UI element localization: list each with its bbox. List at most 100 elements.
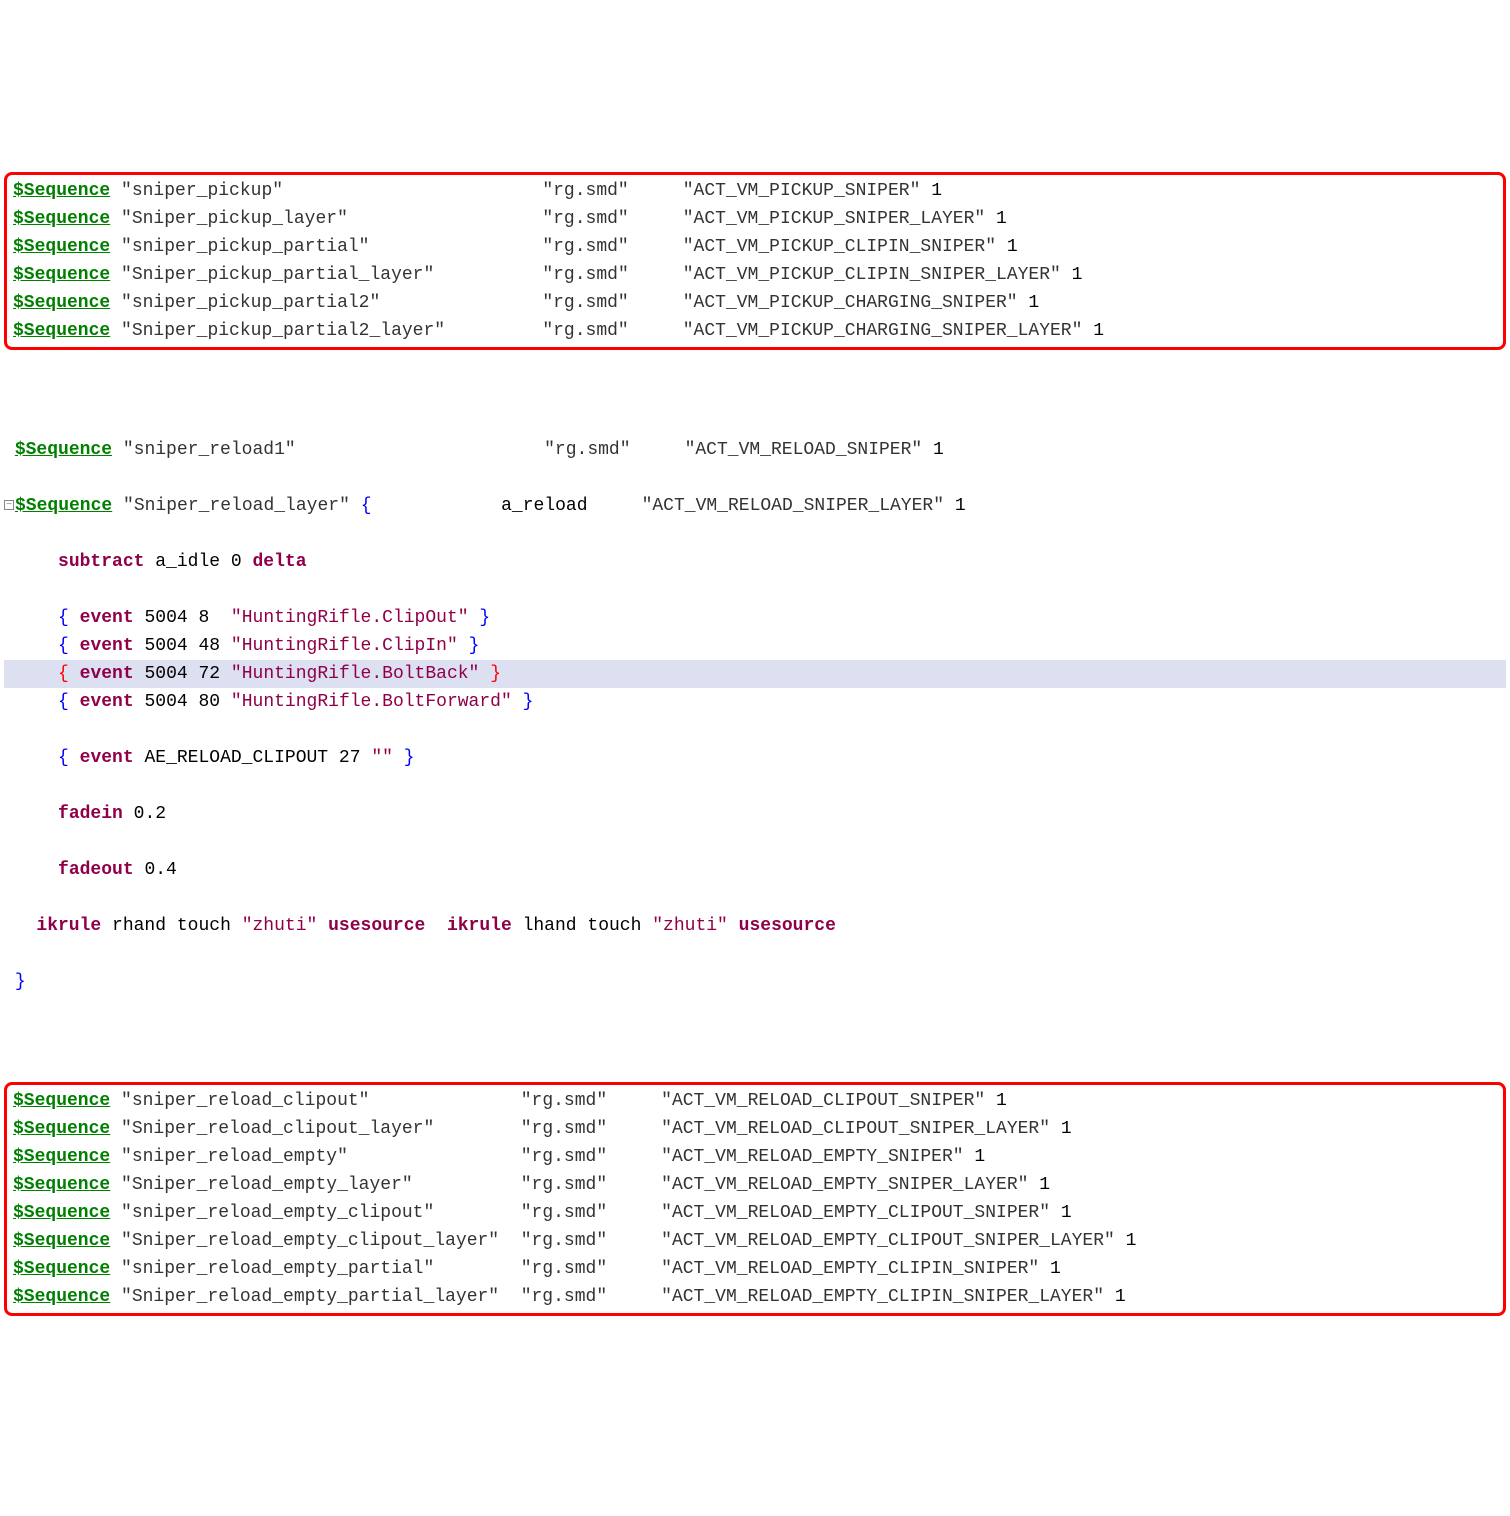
- sequence-name: "sniper_reload1": [123, 440, 296, 460]
- file-ref: "rg.smd": [544, 440, 630, 460]
- sequence-keyword: $Sequence: [13, 1119, 110, 1139]
- weight: 1: [1093, 321, 1104, 341]
- sequence-name: "sniper_reload_empty": [121, 1147, 348, 1167]
- file-ref: "rg.smd": [521, 1147, 607, 1167]
- code-line[interactable]: fadeout 0.4: [4, 856, 1506, 884]
- code-line[interactable]: $Sequence "sniper_pickup_partial2" "rg.s…: [13, 289, 1497, 317]
- weight: 1: [1061, 1203, 1072, 1223]
- anim-ref: a_reload: [501, 496, 587, 516]
- sequence-name: "sniper_reload_clipout": [121, 1091, 369, 1111]
- code-line[interactable]: { event 5004 48 "HuntingRifle.ClipIn" }: [4, 632, 1506, 660]
- event-string: "HuntingRifle.ClipOut": [231, 608, 469, 628]
- sequence-keyword: $Sequence: [13, 1259, 110, 1279]
- weight: 1: [1115, 1287, 1126, 1307]
- code-line[interactable]: $Sequence "sniper_reload_empty" "rg.smd"…: [13, 1143, 1497, 1171]
- code-line[interactable]: $Sequence "sniper_pickup_partial" "rg.sm…: [13, 233, 1497, 261]
- file-ref: "rg.smd": [521, 1259, 607, 1279]
- open-brace: {: [361, 496, 372, 516]
- code-line[interactable]: { event 5004 80 "HuntingRifle.BoltForwar…: [4, 688, 1506, 716]
- activity-name: "ACT_VM_RELOAD_EMPTY_CLIPOUT_SNIPER": [661, 1203, 1050, 1223]
- code-line[interactable]: $Sequence "sniper_reload_clipout" "rg.sm…: [13, 1087, 1497, 1115]
- event-keyword: event: [80, 692, 134, 712]
- code-line[interactable]: $Sequence "sniper_reload1" "rg.smd" "ACT…: [4, 436, 1506, 464]
- code-line[interactable]: }: [4, 968, 1506, 996]
- sequence-keyword: $Sequence: [13, 1231, 110, 1251]
- activity-name: "ACT_VM_RELOAD_EMPTY_SNIPER": [661, 1147, 963, 1167]
- weight: 1: [933, 440, 944, 460]
- code-line[interactable]: $Sequence "sniper_reload_empty_partial" …: [13, 1255, 1497, 1283]
- sequence-name: "Sniper_pickup_partial_layer": [121, 265, 434, 285]
- code-line[interactable]: $Sequence "Sniper_reload_empty_clipout_l…: [13, 1227, 1497, 1255]
- code-line[interactable]: $Sequence "sniper_pickup" "rg.smd" "ACT_…: [13, 177, 1497, 205]
- close-brace: }: [15, 972, 26, 992]
- activity-name: "ACT_VM_RELOAD_SNIPER_LAYER": [642, 496, 944, 516]
- activity-name: "ACT_VM_PICKUP_CLIPIN_SNIPER_LAYER": [683, 265, 1061, 285]
- code-line[interactable]: fadein 0.2: [4, 800, 1506, 828]
- weight: 1: [1039, 1175, 1050, 1195]
- code-line[interactable]: $Sequence "sniper_reload_empty_clipout" …: [13, 1199, 1497, 1227]
- weight: 1: [974, 1147, 985, 1167]
- file-ref: "rg.smd": [521, 1091, 607, 1111]
- sequence-name: "Sniper_reload_clipout_layer": [121, 1119, 434, 1139]
- code-line[interactable]: ikrule rhand touch "zhuti" usesource ikr…: [4, 912, 1506, 940]
- file-ref: "rg.smd": [542, 265, 628, 285]
- weight: 1: [1007, 237, 1018, 257]
- sequence-keyword: $Sequence: [13, 265, 110, 285]
- sequence-name: "Sniper_reload_empty_layer": [121, 1175, 413, 1195]
- weight: 1: [996, 209, 1007, 229]
- activity-name: "ACT_VM_PICKUP_CLIPIN_SNIPER": [683, 237, 996, 257]
- sequence-keyword: $Sequence: [13, 1091, 110, 1111]
- code-line[interactable]: { event 5004 72 "HuntingRifle.BoltBack" …: [4, 660, 1506, 688]
- sequence-keyword: $Sequence: [13, 293, 110, 313]
- sequence-keyword: $Sequence: [13, 1175, 110, 1195]
- activity-name: "ACT_VM_RELOAD_SNIPER": [685, 440, 923, 460]
- file-ref: "rg.smd": [521, 1119, 607, 1139]
- file-ref: "rg.smd": [521, 1175, 607, 1195]
- code-line[interactable]: $Sequence "Sniper_reload_empty_partial_l…: [13, 1283, 1497, 1311]
- weight: 1: [1126, 1231, 1137, 1251]
- sequence-keyword: $Sequence: [13, 181, 110, 201]
- usesource-keyword: usesource: [328, 916, 425, 936]
- fadein-keyword: fadein: [58, 804, 123, 824]
- file-ref: "rg.smd": [542, 293, 628, 313]
- activity-name: "ACT_VM_RELOAD_CLIPOUT_SNIPER_LAYER": [661, 1119, 1050, 1139]
- event-string: "HuntingRifle.ClipIn": [231, 636, 458, 656]
- sequence-keyword: $Sequence: [13, 321, 110, 341]
- sequence-name: "sniper_pickup": [121, 181, 283, 201]
- sequence-name: "Sniper_reload_empty_clipout_layer": [121, 1231, 499, 1251]
- weight: 1: [931, 181, 942, 201]
- blank-line: [4, 380, 1506, 408]
- code-line[interactable]: −$Sequence "Sniper_reload_layer" { a_rel…: [4, 492, 1506, 520]
- weight: 1: [1072, 265, 1083, 285]
- weight: 1: [1028, 293, 1039, 313]
- fadeout-keyword: fadeout: [58, 860, 134, 880]
- code-line[interactable]: { event 5004 8 "HuntingRifle.ClipOut" }: [4, 604, 1506, 632]
- activity-name: "ACT_VM_RELOAD_EMPTY_CLIPOUT_SNIPER_LAYE…: [661, 1231, 1115, 1251]
- event-string: "HuntingRifle.BoltBack": [231, 664, 479, 684]
- activity-name: "ACT_VM_PICKUP_SNIPER": [683, 181, 921, 201]
- code-line[interactable]: $Sequence "Sniper_pickup_layer" "rg.smd"…: [13, 205, 1497, 233]
- code-line[interactable]: $Sequence "Sniper_reload_empty_layer" "r…: [13, 1171, 1497, 1199]
- code-line[interactable]: subtract a_idle 0 delta: [4, 548, 1506, 576]
- weight: 1: [996, 1091, 1007, 1111]
- sequence-keyword: $Sequence: [15, 496, 112, 516]
- fold-minus-icon[interactable]: −: [4, 500, 14, 510]
- code-line[interactable]: $Sequence "Sniper_reload_clipout_layer" …: [13, 1115, 1497, 1143]
- event-keyword: event: [80, 664, 134, 684]
- subtract-keyword: subtract: [58, 552, 144, 572]
- code-editor[interactable]: $Sequence "sniper_pickup" "rg.smd" "ACT_…: [0, 112, 1510, 1376]
- event-keyword: event: [80, 636, 134, 656]
- activity-name: "ACT_VM_RELOAD_EMPTY_CLIPIN_SNIPER": [661, 1259, 1039, 1279]
- activity-name: "ACT_VM_RELOAD_EMPTY_CLIPIN_SNIPER_LAYER…: [661, 1287, 1104, 1307]
- activity-name: "ACT_VM_RELOAD_EMPTY_SNIPER_LAYER": [661, 1175, 1028, 1195]
- sequence-name: "sniper_reload_empty_clipout": [121, 1203, 434, 1223]
- activity-name: "ACT_VM_PICKUP_SNIPER_LAYER": [683, 209, 985, 229]
- sequence-keyword: $Sequence: [13, 209, 110, 229]
- file-ref: "rg.smd": [521, 1287, 607, 1307]
- sequence-name: "Sniper_pickup_partial2_layer": [121, 321, 445, 341]
- code-line[interactable]: $Sequence "Sniper_pickup_partial2_layer"…: [13, 317, 1497, 345]
- code-line[interactable]: $Sequence "Sniper_pickup_partial_layer" …: [13, 261, 1497, 289]
- code-line[interactable]: { event AE_RELOAD_CLIPOUT 27 "" }: [4, 744, 1506, 772]
- event-keyword: event: [80, 748, 134, 768]
- activity-name: "ACT_VM_RELOAD_CLIPOUT_SNIPER": [661, 1091, 985, 1111]
